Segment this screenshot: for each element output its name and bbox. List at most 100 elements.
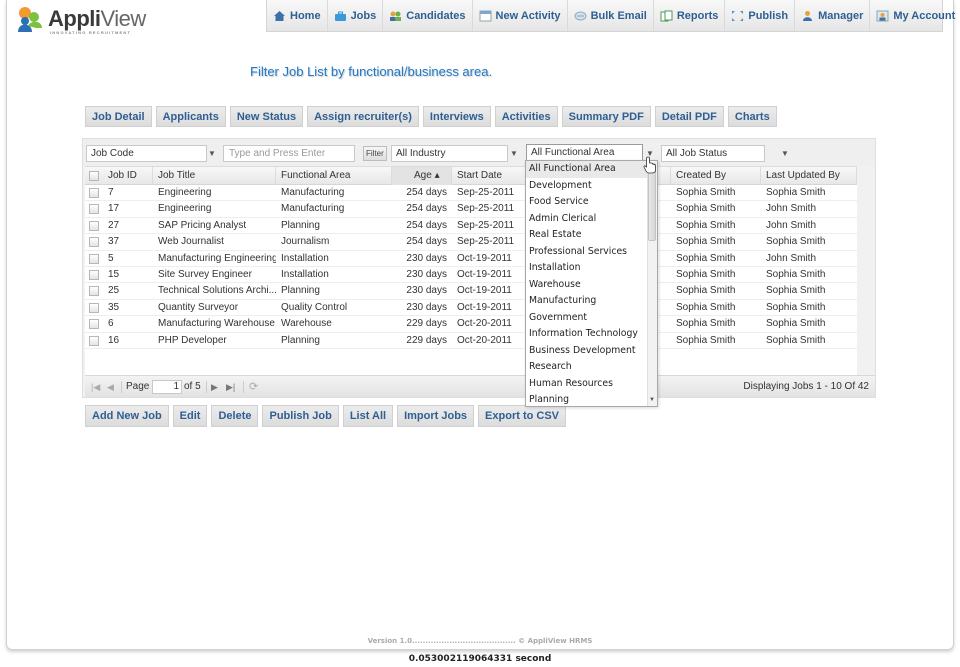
cell-created-by: Sophia Smith <box>676 318 736 330</box>
table-row[interactable]: 6 Manufacturing Warehouse Warehouse 229 day… <box>85 316 857 333</box>
cell-created-by: Sophia Smith <box>676 334 736 346</box>
row-checkbox[interactable] <box>89 335 99 346</box>
table-row[interactable]: 15 Site Survey Engineer Installation 230 da… <box>85 267 857 284</box>
dropdown-option[interactable]: Installation <box>526 260 657 277</box>
row-checkbox[interactable] <box>89 237 99 248</box>
search-input[interactable]: Type and Press Enter <box>223 145 355 162</box>
nav-candidates[interactable]: Candidates <box>383 0 473 31</box>
import-jobs-button[interactable]: Import Jobs <box>397 405 475 427</box>
tab-charts[interactable]: Charts <box>727 106 777 127</box>
select-all-checkbox[interactable] <box>89 171 99 181</box>
dropdown-option[interactable]: All Functional Area <box>526 161 657 178</box>
nav-reports[interactable]: Reports <box>654 0 726 31</box>
column-last-updated-by[interactable]: Last Updated By <box>761 167 857 185</box>
cell-start-date: Oct-19-2011 <box>457 301 512 313</box>
dropdown-option[interactable]: Warehouse <box>526 277 657 294</box>
nav-home[interactable]: Home <box>267 0 328 31</box>
table-row[interactable]: 25 Technical Solutions Archi... Planning 23… <box>85 283 857 300</box>
app-logo[interactable]: AppliView INNOVATING RECRUITMENT <box>14 2 146 38</box>
export-csv-button[interactable]: Export to CSV <box>478 405 566 427</box>
field-select[interactable]: Job Code <box>86 145 207 162</box>
edit-button[interactable]: Edit <box>172 405 208 427</box>
page-number-input[interactable]: 1 <box>152 380 182 394</box>
nav-manager[interactable]: Manager <box>795 0 871 31</box>
filter-button[interactable]: Filter <box>363 146 387 161</box>
scroll-down-arrow-icon[interactable]: ▼ <box>648 396 656 404</box>
tab-activities[interactable]: Activities <box>494 106 558 127</box>
logo-tagline: INNOVATING RECRUITMENT <box>50 30 132 35</box>
tab-assign-recruiters[interactable]: Assign recruiter(s) <box>307 106 419 127</box>
cell-age: 254 days <box>406 236 447 248</box>
industry-select[interactable]: All Industry <box>391 145 508 162</box>
publish-job-button[interactable]: Publish Job <box>262 405 339 427</box>
row-checkbox[interactable] <box>89 319 99 330</box>
tab-summary-pdf[interactable]: Summary PDF <box>561 106 651 127</box>
row-checkbox[interactable] <box>89 286 99 297</box>
dropdown-option[interactable]: Admin Clerical <box>526 211 657 228</box>
prev-page-icon[interactable]: ◀ <box>107 376 114 398</box>
table-row[interactable]: 35 Quantity Surveyor Quality Control 230 da… <box>85 300 857 317</box>
table-row[interactable]: 17 Engineering Manufacturing 254 days Sep-25… <box>85 201 857 218</box>
refresh-icon[interactable]: ⟳ <box>249 376 258 398</box>
nav-new-activity[interactable]: New Activity <box>473 0 568 31</box>
job-status-select[interactable]: All Job Status <box>661 145 765 162</box>
column-age[interactable]: Age ▴ <box>392 167 452 185</box>
delete-button[interactable]: Delete <box>211 405 259 427</box>
nav-bulk-email[interactable]: Bulk Email <box>568 0 654 31</box>
cell-created-by: Sophia Smith <box>676 285 736 297</box>
cell-job-id: 17 <box>108 203 120 215</box>
dropdown-scrollbar[interactable]: ▼ <box>647 161 657 406</box>
dropdown-option[interactable]: Government <box>526 310 657 327</box>
tab-new-status[interactable]: New Status <box>229 106 304 127</box>
industry-select-arrow-icon[interactable]: ▼ <box>507 145 521 162</box>
nav-publish[interactable]: Publish <box>725 0 796 31</box>
cell-job-id: 16 <box>108 334 120 346</box>
column-created-by[interactable]: Created By <box>671 167 761 185</box>
column-start-date[interactable]: Start Date <box>452 167 526 185</box>
dropdown-option[interactable]: Information Technology <box>526 326 657 343</box>
dropdown-option[interactable]: Planning <box>526 392 657 406</box>
tab-applicants[interactable]: Applicants <box>155 106 226 127</box>
cell-created-by: Sophia Smith <box>676 252 736 264</box>
row-checkbox[interactable] <box>89 204 99 215</box>
table-row[interactable]: 7 Engineering Manufacturing 254 days Sep-25-… <box>85 185 857 202</box>
next-page-icon[interactable]: ▶ <box>211 376 218 398</box>
field-select-arrow-icon[interactable]: ▼ <box>205 145 219 162</box>
dropdown-option[interactable]: Research <box>526 359 657 376</box>
instruction-text: Filter Job List by functional/business a… <box>250 64 493 79</box>
column-job-title[interactable]: Job Title <box>153 167 276 185</box>
dropdown-option[interactable]: Food Service <box>526 194 657 211</box>
dropdown-option[interactable]: Real Estate <box>526 227 657 244</box>
table-row[interactable]: 37 Web Journalist Journalism 254 days Sep-25… <box>85 234 857 251</box>
table-row[interactable]: 16 PHP Developer Planning 229 days Oct-20-20… <box>85 333 857 349</box>
row-checkbox[interactable] <box>89 270 99 280</box>
dropdown-option[interactable]: Human Resources <box>526 376 657 393</box>
cell-functional-area: Journalism <box>281 236 330 248</box>
table-row[interactable]: 27 SAP Pricing Analyst Planning 254 days Sep… <box>85 218 857 235</box>
row-checkbox[interactable] <box>89 302 99 313</box>
functional-area-select[interactable]: All Functional Area <box>526 144 643 161</box>
column-job-id[interactable]: Job ID <box>103 167 153 185</box>
dropdown-scroll-thumb[interactable] <box>648 163 656 241</box>
column-functional-area[interactable]: Functional Area <box>276 167 392 185</box>
nav-jobs[interactable]: Jobs <box>328 0 384 31</box>
tab-job-detail[interactable]: Job Detail <box>85 106 152 127</box>
row-checkbox[interactable] <box>89 220 99 231</box>
dropdown-option[interactable]: Development <box>526 178 657 195</box>
row-checkbox[interactable] <box>89 188 99 198</box>
table-header: Job ID Job Title Functional Area Age ▴ S… <box>85 166 857 185</box>
tab-interviews[interactable]: Interviews <box>422 106 491 127</box>
list-all-button[interactable]: List All <box>342 405 394 427</box>
dropdown-option[interactable]: Manufacturing <box>526 293 657 310</box>
job-status-select-arrow-icon[interactable]: ▼ <box>778 145 792 162</box>
tab-detail-pdf[interactable]: Detail PDF <box>654 106 724 127</box>
first-page-icon[interactable]: |◀ <box>91 376 100 398</box>
row-checkbox[interactable] <box>89 253 99 264</box>
add-new-job-button[interactable]: Add New Job <box>85 405 169 427</box>
dropdown-option[interactable]: Business Development <box>526 343 657 360</box>
dropdown-option[interactable]: Professional Services <box>526 244 657 261</box>
filter-bar: Job Code ▼ Type and Press Enter Filter A… <box>83 139 875 166</box>
nav-my-account[interactable]: My Account <box>870 0 960 31</box>
last-page-icon[interactable]: ▶| <box>226 376 235 398</box>
table-row[interactable]: 5 Manufacturing Engineering Installation 23… <box>85 251 857 267</box>
